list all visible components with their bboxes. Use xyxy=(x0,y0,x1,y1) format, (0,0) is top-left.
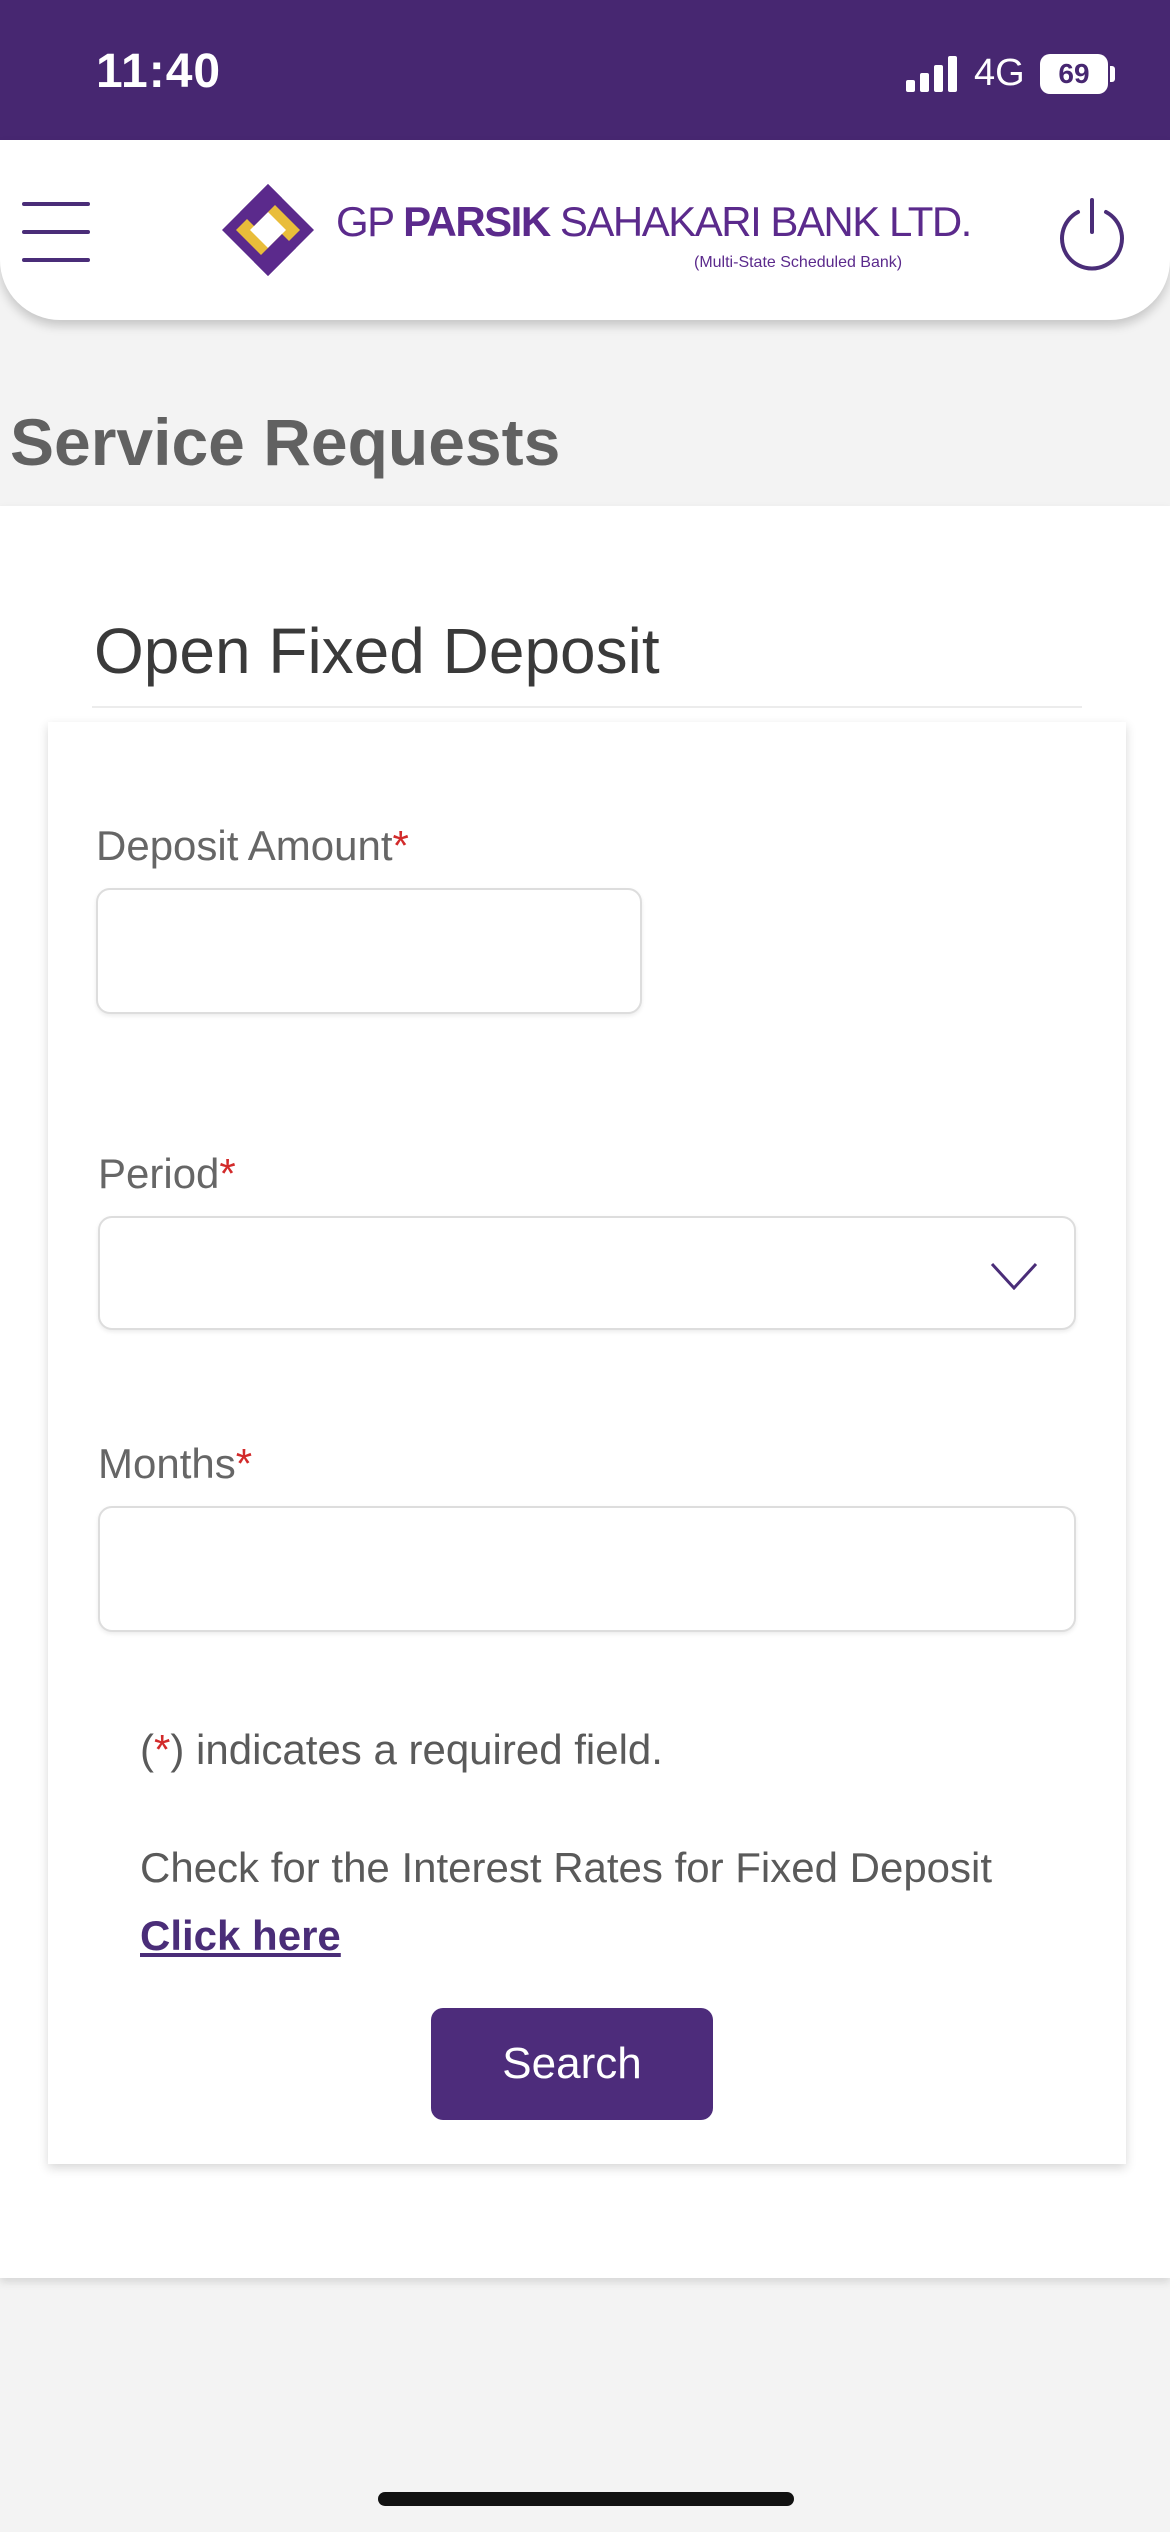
divider xyxy=(92,706,1082,708)
interest-rates-link[interactable]: Click here xyxy=(140,1912,341,1960)
menu-icon[interactable] xyxy=(22,202,92,262)
logo-mark-icon xyxy=(222,184,314,276)
battery-level: 69 xyxy=(1040,54,1108,94)
page-title: Service Requests xyxy=(10,405,561,479)
network-label: 4G xyxy=(974,52,1025,94)
months-label: Months* xyxy=(98,1440,253,1487)
power-icon[interactable] xyxy=(1054,196,1130,272)
battery-icon: 69 xyxy=(1040,54,1116,94)
status-time: 11:40 xyxy=(96,45,222,98)
deposit-amount-input[interactable] xyxy=(96,888,642,1014)
deposit-amount-label: Deposit Amount* xyxy=(96,822,409,869)
interest-rates-text: Check for the Interest Rates for Fixed D… xyxy=(140,1844,993,1891)
status-bar: 11:40 4G 69 xyxy=(0,0,1170,140)
search-button[interactable]: Search xyxy=(431,2008,713,2120)
bank-logo: GP PARSIK SAHAKARI BANK LTD. (Multi-Stat… xyxy=(222,184,972,284)
bank-name: GP PARSIK SAHAKARI BANK LTD. xyxy=(336,198,972,245)
required-note: (*) indicates a required field. xyxy=(140,1726,663,1773)
content-panel: Open Fixed Deposit Deposit Amount* Perio… xyxy=(0,506,1170,2278)
months-input[interactable] xyxy=(98,1506,1076,1632)
period-select[interactable] xyxy=(98,1216,1076,1330)
bank-tagline: (Multi-State Scheduled Bank) xyxy=(694,254,903,271)
home-indicator xyxy=(378,2492,794,2506)
app-header: GP PARSIK SAHAKARI BANK LTD. (Multi-Stat… xyxy=(0,140,1170,320)
chevron-down-icon xyxy=(990,1262,1038,1290)
period-label: Period* xyxy=(98,1150,236,1197)
form-card: Deposit Amount* Period* Months* (*) indi… xyxy=(48,722,1126,2164)
signal-icon xyxy=(906,56,957,92)
form-title: Open Fixed Deposit xyxy=(94,615,660,687)
